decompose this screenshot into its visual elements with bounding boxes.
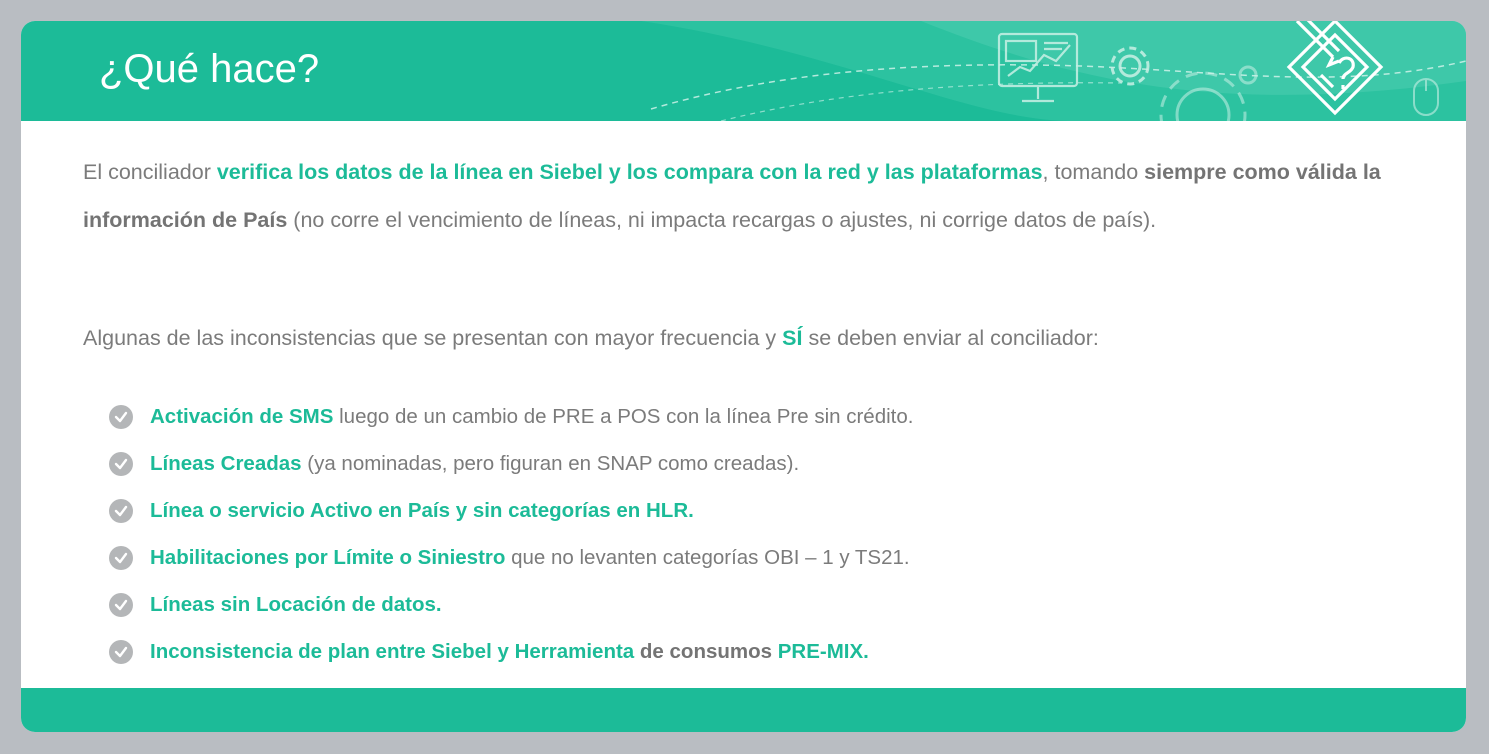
item-detail: luego de un cambio de PRE a POS con la l… <box>333 404 914 428</box>
item-title: Línea o servicio Activo en País y sin ca… <box>150 498 694 522</box>
check-icon <box>109 404 133 429</box>
item-title: Habilitaciones por Límite o Siniestro <box>150 545 506 569</box>
item-detail: que no levanten categorías OBI – 1 y TS2… <box>505 545 910 569</box>
page-title: ¿Qué hace? <box>99 47 320 91</box>
large-gear-icon <box>1159 65 1258 121</box>
lead-text: se deben enviar al conciliador: <box>802 326 1099 350</box>
item-detail: de consumos <box>634 639 778 663</box>
slide-card: ¿Qué hace? El conciliador verifica los d… <box>21 21 1466 732</box>
check-icon <box>109 451 133 476</box>
item-title: Líneas sin Locación de datos. <box>150 592 442 616</box>
header-banner: ¿Qué hace? <box>21 21 1466 121</box>
item-title: Inconsistencia de plan entre Siebel y He… <box>150 639 635 663</box>
check-icon <box>109 592 133 617</box>
edit-document-icon <box>1286 21 1384 116</box>
intro-text: (no corre el vencimiento de líneas, ni i… <box>287 208 1157 232</box>
inconsistencies-list: Activación de SMS luego de un cambio de … <box>109 393 913 675</box>
lead-paragraph: Algunas de las inconsistencias que se pr… <box>83 323 1423 353</box>
intro-paragraph: El conciliador verifica los datos de la … <box>83 148 1423 244</box>
intro-text: El conciliador <box>83 160 217 184</box>
list-item: Inconsistencia de plan entre Siebel y He… <box>109 628 913 675</box>
list-item: Activación de SMS luego de un cambio de … <box>109 393 913 440</box>
list-item: Líneas sin Locación de datos. <box>109 581 913 628</box>
lead-text: Algunas de las inconsistencias que se pr… <box>83 326 783 350</box>
list-item: Habilitaciones por Límite o Siniestro qu… <box>109 534 913 581</box>
check-icon <box>109 639 133 664</box>
check-icon <box>109 498 133 523</box>
monitor-chart-icon <box>997 32 1079 103</box>
intro-text: , tomando <box>1042 160 1145 184</box>
check-icon <box>109 545 133 570</box>
footer-bar <box>21 688 1466 732</box>
item-detail: (ya nominadas, pero figuran en SNAP como… <box>301 451 800 475</box>
item-title-end: PRE-MIX. <box>777 639 869 663</box>
intro-highlight: verifica los datos de la línea en Siebel… <box>216 160 1043 184</box>
lead-highlight: SÍ <box>782 326 803 350</box>
item-title: Activación de SMS <box>150 404 334 428</box>
mouse-icon <box>1413 78 1439 116</box>
item-title: Líneas Creadas <box>150 451 302 475</box>
list-item: Línea o servicio Activo en País y sin ca… <box>109 487 913 534</box>
list-item: Líneas Creadas (ya nominadas, pero figur… <box>109 440 913 487</box>
